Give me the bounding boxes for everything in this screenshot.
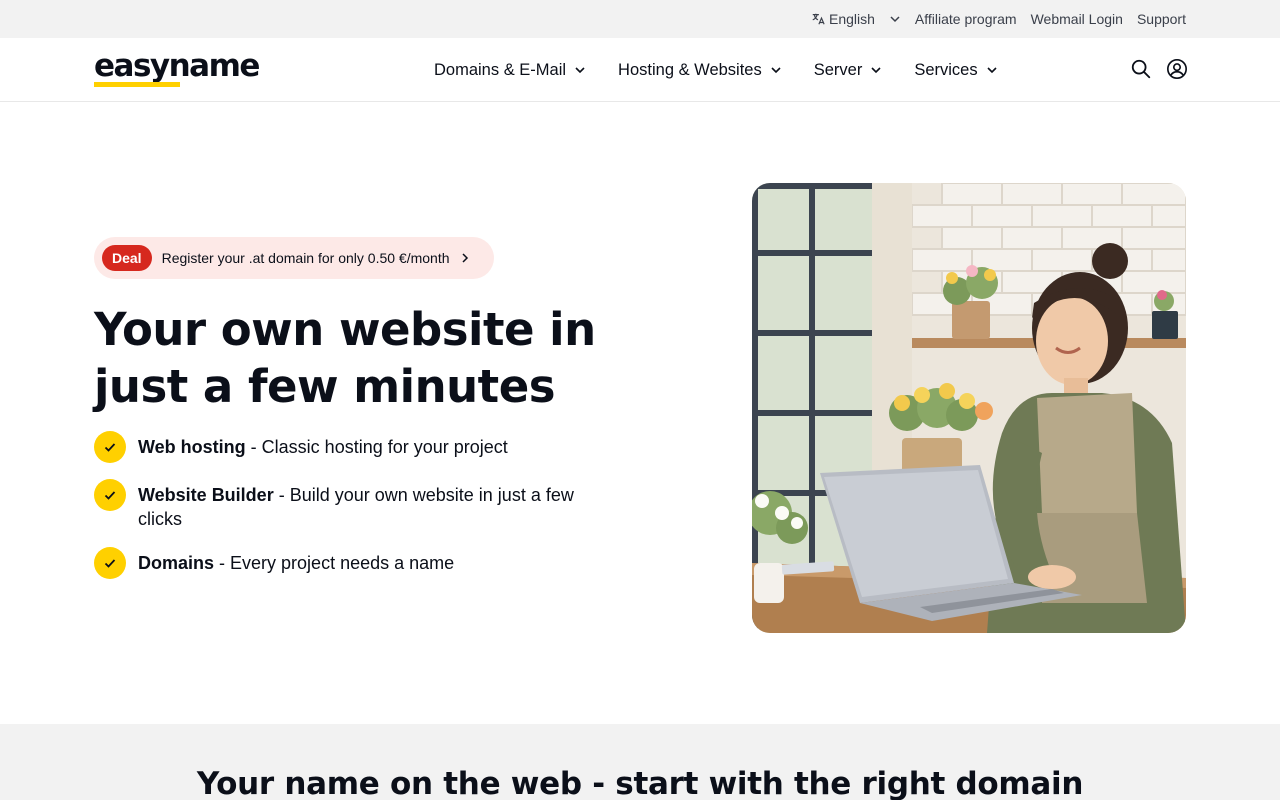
chevron-down-icon [871, 67, 881, 74]
nav-label: Hosting & Websites [618, 60, 762, 79]
feature-list: Web hosting - Classic hosting for your p… [94, 431, 614, 587]
top-utility-links: English Affiliate program Webmail Login … [811, 0, 1186, 38]
feature-desc: - Classic hosting for your project [245, 437, 508, 457]
nav-domains-email[interactable]: Domains & E-Mail [434, 61, 586, 80]
feature-item: Website Builder - Build your own website… [94, 479, 614, 547]
check-icon [94, 547, 126, 579]
feature-text: Website Builder - Build your own website… [138, 479, 614, 531]
language-label: English [828, 11, 875, 27]
chevron-down-icon [771, 67, 781, 74]
logo-text: easyname [94, 48, 260, 84]
hero-photo [752, 183, 1186, 633]
search-icon[interactable] [1130, 58, 1152, 80]
nav-hosting-websites[interactable]: Hosting & Websites [618, 61, 782, 80]
feature-text: Domains - Every project needs a name [138, 547, 614, 575]
check-icon [94, 431, 126, 463]
feature-name: Web hosting [138, 437, 246, 457]
domain-section-title: Your name on the web - start with the ri… [196, 766, 1084, 800]
chevron-right-icon [461, 253, 468, 263]
domain-section: Your name on the web - start with the ri… [0, 724, 1280, 800]
main-nav: Domains & E-Mail Hosting & Websites Serv… [434, 38, 998, 102]
deal-banner[interactable]: Deal Register your .at domain for only 0… [94, 237, 494, 279]
feature-item: Web hosting - Classic hosting for your p… [94, 431, 614, 479]
hero-title: Your own website in just a few minutes [94, 303, 596, 413]
feature-name: Domains [138, 553, 215, 573]
feature-name: Website Builder [138, 485, 274, 505]
translate-icon [812, 13, 825, 25]
feature-desc: - Every project needs a name [214, 553, 455, 573]
language-selector[interactable]: English [811, 11, 901, 27]
deal-text: Register your .at domain for only 0.50 €… [161, 250, 450, 266]
main-header: easyname Domains & E-Mail Hosting & Webs… [0, 38, 1280, 102]
check-icon [94, 479, 126, 511]
affiliate-program-link[interactable]: Affiliate program [915, 11, 1017, 27]
hero-photo-illustration [752, 183, 1186, 633]
chevron-down-icon [890, 16, 900, 23]
chevron-down-icon [575, 67, 585, 74]
easyname-logo[interactable]: easyname [94, 48, 260, 90]
nav-label: Server [813, 60, 863, 79]
top-utility-bar: English Affiliate program Webmail Login … [0, 0, 1280, 38]
nav-label: Domains & E-Mail [434, 60, 567, 79]
nav-label: Services [914, 60, 978, 79]
feature-item: Domains - Every project needs a name [94, 547, 614, 587]
support-link[interactable]: Support [1137, 11, 1186, 27]
chevron-down-icon [987, 67, 997, 74]
header-actions [1130, 58, 1188, 80]
webmail-login-link[interactable]: Webmail Login [1031, 11, 1123, 27]
feature-text: Web hosting - Classic hosting for your p… [138, 431, 614, 459]
nav-services[interactable]: Services [914, 61, 997, 80]
nav-server[interactable]: Server [814, 61, 883, 80]
deal-badge: Deal [102, 245, 152, 271]
account-icon[interactable] [1166, 58, 1188, 80]
logo-underline [94, 82, 180, 87]
